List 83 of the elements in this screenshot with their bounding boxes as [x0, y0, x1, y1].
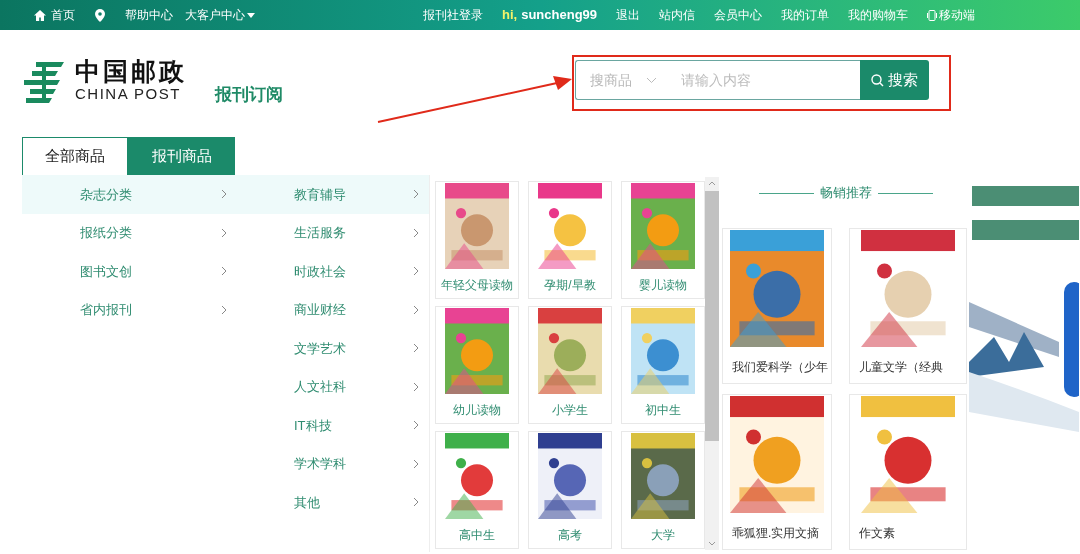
product-name: 我们爱科学（少年	[731, 359, 828, 376]
nav-link[interactable]: 我的购物车	[848, 6, 909, 24]
category-item[interactable]: 图书文创	[22, 252, 237, 291]
product-card[interactable]: 儿童文学（经典	[849, 228, 967, 384]
subcategory-item[interactable]: 教育辅导	[237, 175, 429, 214]
search-field[interactable]: 请输入内容	[671, 60, 860, 100]
nav-link[interactable]: 我的订单	[781, 6, 830, 24]
mobile-link[interactable]: 移动端	[927, 6, 976, 24]
product-card[interactable]: 我们爱科学（少年	[722, 228, 832, 384]
magazine-card[interactable]: 年轻父母读物	[435, 181, 519, 299]
chevron-right-icon	[413, 227, 419, 238]
phone-icon	[927, 9, 938, 21]
magazine-card[interactable]: 高考	[528, 431, 612, 549]
nav-link[interactable]: 站内信	[659, 6, 696, 24]
product-name: 作文素	[858, 525, 895, 542]
tab[interactable]: 报刊商品	[128, 137, 235, 175]
chevron-right-icon	[413, 420, 419, 431]
chevron-right-icon	[221, 189, 227, 200]
nav-link[interactable]: 报刊社登录	[423, 6, 483, 24]
magazine-label: 高中生	[459, 527, 495, 544]
section-title: 畅销推荐	[819, 184, 872, 203]
location-icon	[95, 8, 105, 22]
home-icon	[33, 8, 47, 22]
subcategory-item[interactable]: 生活服务	[237, 213, 429, 252]
search-icon	[871, 73, 884, 87]
magazine-card[interactable]: 高中生	[435, 431, 519, 549]
chevron-right-icon	[413, 458, 419, 469]
greeting-text: hi,	[502, 6, 518, 25]
subcategory-item[interactable]: 人文社科	[237, 367, 429, 406]
logo-english-name: CHINA POST	[75, 85, 182, 103]
subcategory-item[interactable]: 其他	[237, 483, 429, 522]
subcategory-item[interactable]: 商业财经	[237, 290, 429, 329]
magazine-label: 年轻父母读物	[441, 277, 513, 294]
nav-dropdown[interactable]: 大客户中心	[185, 6, 255, 24]
magazine-card[interactable]: 初中生	[621, 306, 705, 424]
magazine-label: 婴儿读物	[639, 277, 687, 294]
category-item[interactable]: 报纸分类	[22, 213, 237, 252]
magazine-card[interactable]: 大学	[621, 431, 705, 549]
magazine-label: 高考	[558, 527, 582, 544]
magazine-label: 大学	[651, 527, 675, 544]
scrollbar-thumb[interactable]	[705, 191, 719, 441]
caret-icon	[247, 12, 255, 18]
nav-link[interactable]: 会员中心	[714, 6, 763, 24]
category-item[interactable]: 省内报刊	[22, 290, 237, 329]
product-card[interactable]: 作文素	[849, 394, 967, 550]
search-button[interactable]: 搜索	[860, 60, 929, 100]
magazine-label: 初中生	[645, 402, 681, 419]
chevron-down-icon	[646, 76, 657, 84]
subcategory-item[interactable]: 学术学科	[237, 444, 429, 483]
username-link[interactable]: suncheng99	[521, 5, 598, 25]
chevron-right-icon	[413, 189, 419, 200]
product-card[interactable]: 乖狐狸.实用文摘	[722, 394, 832, 550]
scroll-up-icon	[708, 181, 716, 186]
scrollbar[interactable]	[705, 177, 719, 550]
nav-link[interactable]: 帮助中心	[125, 6, 173, 24]
home-link[interactable]: 首页	[33, 6, 75, 24]
subcategory-item[interactable]: IT科技	[237, 406, 429, 445]
section-title: 报刊订阅	[215, 84, 283, 106]
tab[interactable]: 全部商品	[22, 137, 128, 175]
magazine-card[interactable]: 幼儿读物	[435, 306, 519, 424]
logo-name: 中国邮政	[75, 57, 187, 85]
nav-link[interactable]: 退出	[616, 6, 641, 24]
magazine-card[interactable]: 小学生	[528, 306, 612, 424]
product-name: 乖狐狸.实用文摘	[731, 525, 820, 542]
magazine-label: 孕期/早教	[544, 277, 596, 294]
chevron-right-icon	[221, 266, 227, 277]
chevron-right-icon	[413, 304, 419, 315]
magazine-card[interactable]: 孕期/早教	[528, 181, 612, 299]
subcategory-item[interactable]: 文学艺术	[237, 329, 429, 368]
chevron-right-icon	[413, 343, 419, 354]
chevron-right-icon	[413, 497, 419, 508]
product-name: 儿童文学（经典	[858, 359, 943, 376]
category-item[interactable]: 杂志分类	[22, 175, 237, 214]
magazine-label: 幼儿读物	[453, 402, 501, 419]
chevron-right-icon	[413, 266, 419, 277]
scroll-down-icon	[708, 541, 716, 546]
magazine-card[interactable]: 婴儿读物	[621, 181, 705, 299]
logo-icon	[22, 60, 66, 104]
chevron-right-icon	[221, 304, 227, 315]
chevron-right-icon	[413, 381, 419, 392]
chevron-right-icon	[221, 227, 227, 238]
magazine-label: 小学生	[552, 402, 588, 419]
subcategory-item[interactable]: 时政社会	[237, 252, 429, 291]
